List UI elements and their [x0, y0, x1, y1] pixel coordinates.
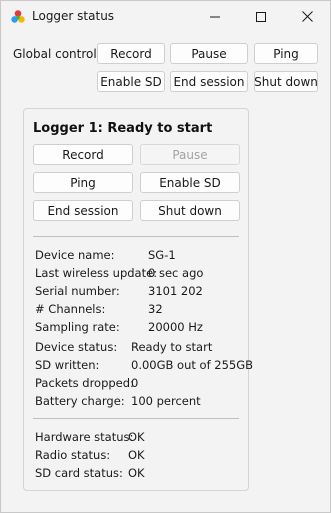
channels-label: # Channels: [35, 302, 106, 316]
global-enable-sd-button[interactable]: Enable SD [97, 71, 165, 92]
separator [33, 418, 239, 419]
logger-status-window: Logger status Global control: Record Pau… [0, 0, 331, 513]
global-end-session-button[interactable]: End session [170, 71, 248, 92]
separator [33, 236, 239, 237]
global-ping-button[interactable]: Ping [254, 43, 318, 64]
minimize-button[interactable] [192, 1, 238, 32]
app-logo-icon [11, 10, 25, 23]
device-status-value: Ready to start [131, 340, 213, 354]
close-button[interactable] [284, 1, 330, 32]
window-title: Logger status [32, 9, 115, 23]
logger-record-button[interactable]: Record [33, 144, 133, 165]
last-wireless-update-label: Last wireless update: [35, 266, 158, 280]
packets-dropped-value: 0 [131, 376, 139, 390]
global-pause-button[interactable]: Pause [170, 43, 248, 64]
minimize-icon [210, 16, 220, 17]
device-status-label: Device status: [35, 340, 118, 354]
sampling-rate-value: 20000 Hz [148, 320, 203, 334]
radio-status-label: Radio status: [35, 448, 111, 462]
global-record-button[interactable]: Record [97, 43, 165, 64]
logger-ping-button[interactable]: Ping [33, 172, 133, 193]
serial-number-label: Serial number: [35, 284, 120, 298]
logger-enable-sd-button[interactable]: Enable SD [140, 172, 240, 193]
channels-value: 32 [148, 302, 163, 316]
battery-charge-label: Battery charge: [35, 394, 125, 408]
device-name-value: SG-1 [148, 248, 176, 262]
packets-dropped-label: Packets dropped: [35, 376, 134, 390]
last-wireless-update-value: 0 sec ago [148, 266, 204, 280]
battery-charge-value: 100 percent [131, 394, 201, 408]
device-name-label: Device name: [35, 248, 115, 262]
sd-card-status-value: OK [128, 466, 145, 480]
logger-end-session-button[interactable]: End session [33, 200, 133, 221]
logger-shut-down-button[interactable]: Shut down [140, 200, 240, 221]
sampling-rate-label: Sampling rate: [35, 320, 120, 334]
global-control-label: Global control: [13, 47, 101, 61]
serial-number-value: 3101 202 [148, 284, 203, 298]
sd-written-value: 0.00GB out of 255GB [131, 358, 254, 372]
sd-card-status-label: SD card status: [35, 466, 123, 480]
logger-pause-button[interactable]: Pause [140, 144, 240, 165]
close-icon [301, 11, 313, 22]
sd-written-label: SD written: [35, 358, 100, 372]
hardware-status-label: Hardware status: [35, 430, 134, 444]
maximize-icon [256, 11, 266, 22]
radio-status-value: OK [128, 448, 145, 462]
title-bar[interactable]: Logger status [1, 1, 330, 32]
hardware-status-value: OK [128, 430, 145, 444]
maximize-button[interactable] [238, 1, 284, 32]
global-shut-down-button[interactable]: Shut down [254, 71, 318, 92]
logger-title: Logger 1: Ready to start [33, 121, 213, 136]
